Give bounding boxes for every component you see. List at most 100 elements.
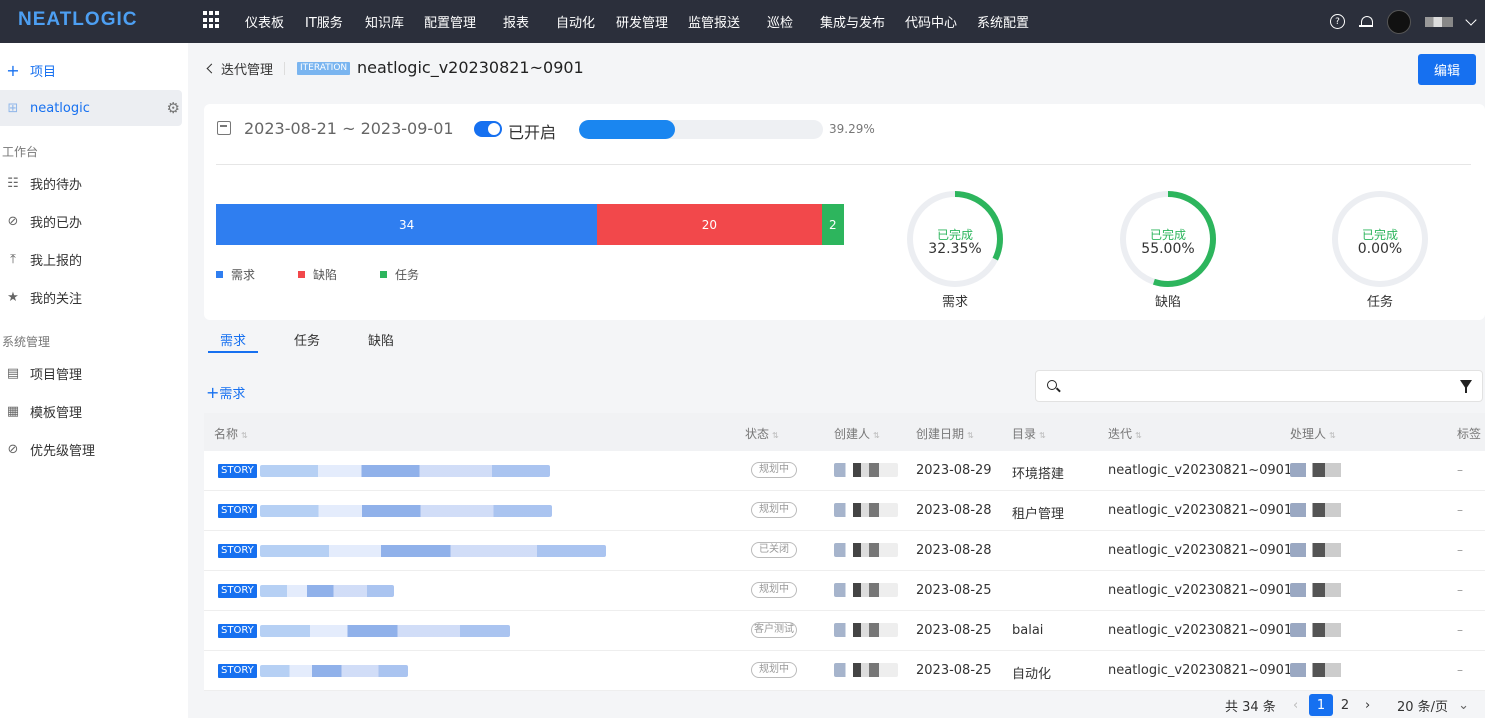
table-row[interactable]: STORY 规划中 2023-08-28 租户管理 neatlogic_v2023082… (204, 491, 1485, 531)
creator-masked (834, 583, 898, 597)
status-badge: 客户测试 (751, 622, 797, 638)
user-name-masked[interactable] (1425, 16, 1453, 27)
table-row[interactable]: STORY 已关闭 2023-08-28 neatlogic_v20230821~09… (204, 531, 1485, 571)
table-row[interactable]: STORY 规划中 2023-08-25 自动化 neatlogic_v20230821… (204, 651, 1485, 691)
menu-item-knowledge[interactable]: 知识库 (365, 12, 404, 31)
sidebar-item-label: 优先级管理 (30, 443, 96, 459)
tab-task[interactable]: 任务 (294, 330, 320, 349)
progress-text: 39.29% (829, 122, 875, 136)
story-title-masked[interactable] (260, 545, 606, 557)
back-label: 迭代管理 (221, 63, 274, 78)
filter-icon[interactable] (1460, 380, 1472, 393)
add-story-button[interactable]: +需求 (206, 383, 245, 402)
page-number: 1 (1309, 694, 1333, 716)
col-handler[interactable]: 处理人 ⇅ (1290, 425, 1336, 442)
sidebar-item-favorites[interactable]: ★ 我的关注 (0, 279, 182, 315)
creator-masked (834, 623, 898, 637)
add-project-label: 项目 (30, 64, 57, 80)
tab-story[interactable]: 需求 (220, 330, 246, 349)
menu-item-regulatory[interactable]: 监管报送 (688, 12, 740, 31)
bar-segment: 34 (216, 204, 598, 245)
menu-item-report[interactable]: 报表 (503, 12, 529, 31)
divider (216, 164, 1471, 165)
col-iteration[interactable]: 迭代 ⇅ (1108, 425, 1142, 442)
status-toggle[interactable] (474, 121, 502, 137)
tag-value: – (1457, 663, 1463, 677)
apps-grid-icon[interactable] (203, 11, 221, 29)
story-title-masked[interactable] (260, 625, 510, 637)
legend-item-task: 任务 (380, 266, 419, 283)
gear-icon[interactable]: ⚙ (167, 99, 180, 117)
donut-label: 任务 (1366, 295, 1393, 310)
menu-item-itservice[interactable]: IT服务 (305, 12, 343, 31)
search-input[interactable] (1035, 370, 1483, 402)
edit-button[interactable]: 编辑 (1418, 54, 1476, 85)
workbench-section-title: 工作台 (2, 145, 39, 159)
col-name[interactable]: 名称 ⇅ (214, 425, 248, 442)
sidebar: + 项目 ⊞ neatlogic ⚙ 工作台 ☷ 我的待办 ⊘ 我的已办 ⤒ 我… (0, 43, 188, 718)
progress-bar (579, 120, 823, 139)
bell-icon[interactable] (1359, 15, 1373, 29)
table-row[interactable]: STORY 规划中 2023-08-25 neatlogic_v20230821~09… (204, 571, 1485, 611)
add-project-button[interactable]: + 项目 (0, 52, 182, 88)
col-label: 迭代 (1108, 427, 1133, 441)
col-created-date[interactable]: 创建日期 ⇅ (916, 425, 974, 442)
tag-value: – (1457, 583, 1463, 597)
prev-page-icon[interactable]: ‹ (1293, 695, 1298, 715)
story-title-masked[interactable] (260, 665, 408, 677)
check-circle-icon: ⊘ (7, 441, 19, 457)
sidebar-item-reported[interactable]: ⤒ 我上报的 (0, 241, 182, 277)
story-title-masked[interactable] (260, 465, 550, 477)
col-directory[interactable]: 目录 ⇅ (1012, 425, 1046, 442)
sidebar-project-neatlogic[interactable]: ⊞ neatlogic ⚙ (0, 90, 182, 126)
menu-item-system[interactable]: 系统配置 (977, 12, 1029, 31)
menu-item-rdm[interactable]: 研发管理 (616, 12, 668, 31)
story-tag: STORY (218, 624, 257, 638)
app-logo[interactable]: NEATLOGIC (18, 9, 137, 31)
user-avatar[interactable] (1387, 9, 1411, 34)
created-date: 2023-08-28 (916, 543, 992, 558)
sidebar-item-label: 模板管理 (30, 405, 83, 421)
menu-item-cmdb[interactable]: 配置管理 (424, 12, 476, 31)
page-1[interactable]: 1 (1309, 694, 1333, 716)
iteration-badge: ITERATION (297, 62, 351, 75)
sidebar-item-project-mgmt[interactable]: ▤ 项目管理 (0, 355, 182, 391)
menu-item-deploy[interactable]: 集成与发布 (820, 12, 885, 31)
menu-item-code[interactable]: 代码中心 (905, 12, 957, 31)
bar-segment: 2 (821, 204, 844, 245)
col-status[interactable]: 状态 ⇅ (745, 425, 779, 442)
project-name: neatlogic (30, 100, 90, 116)
donut-label: 需求 (941, 295, 968, 310)
story-tag: STORY (218, 664, 257, 678)
menu-item-automation[interactable]: 自动化 (556, 12, 595, 31)
col-label: 目录 (1012, 427, 1037, 441)
menu-item-dashboard[interactable]: 仪表板 (245, 12, 284, 31)
donut-pct: 32.35% (928, 241, 982, 257)
legend-swatch (216, 271, 223, 278)
story-title-masked[interactable] (260, 505, 552, 517)
sidebar-item-todo[interactable]: ☷ 我的待办 (0, 165, 182, 201)
tab-bug[interactable]: 缺陷 (368, 330, 394, 349)
plus-icon: + (206, 383, 220, 402)
sidebar-item-priority-mgmt[interactable]: ⊘ 优先级管理 (0, 431, 182, 467)
table-row[interactable]: STORY 客户测试 2023-08-25 balai neatlogic_v20230… (204, 611, 1485, 651)
page-2[interactable]: 2 (1333, 695, 1357, 715)
back-link[interactable]: 迭代管理 (206, 59, 274, 78)
handler-masked (1290, 663, 1354, 677)
menu-item-inspect[interactable]: 巡检 (767, 12, 793, 31)
col-creator[interactable]: 创建人 ⇅ (834, 425, 880, 442)
story-title-masked[interactable] (260, 585, 394, 597)
sort-icon: ⇅ (772, 431, 779, 440)
directory: balai (1012, 623, 1044, 638)
sidebar-item-done[interactable]: ⊘ 我的已办 (0, 203, 182, 239)
created-date: 2023-08-25 (916, 663, 992, 678)
table-row[interactable]: STORY 规划中 2023-08-29 环境搭建 neatlogic_v2023082… (204, 451, 1485, 491)
sidebar-item-template-mgmt[interactable]: ▦ 模板管理 (0, 393, 182, 429)
help-icon[interactable]: ? (1330, 14, 1345, 29)
page-size-label: 20 条/页 (1397, 699, 1449, 715)
plus-icon: + (6, 60, 20, 80)
next-page-icon[interactable]: › (1365, 695, 1370, 715)
chevron-down-icon[interactable] (1465, 13, 1477, 26)
iteration: neatlogic_v20230821~0901 (1108, 583, 1293, 598)
page-size-select[interactable]: 20 条/页 ⌄ (1397, 695, 1469, 715)
